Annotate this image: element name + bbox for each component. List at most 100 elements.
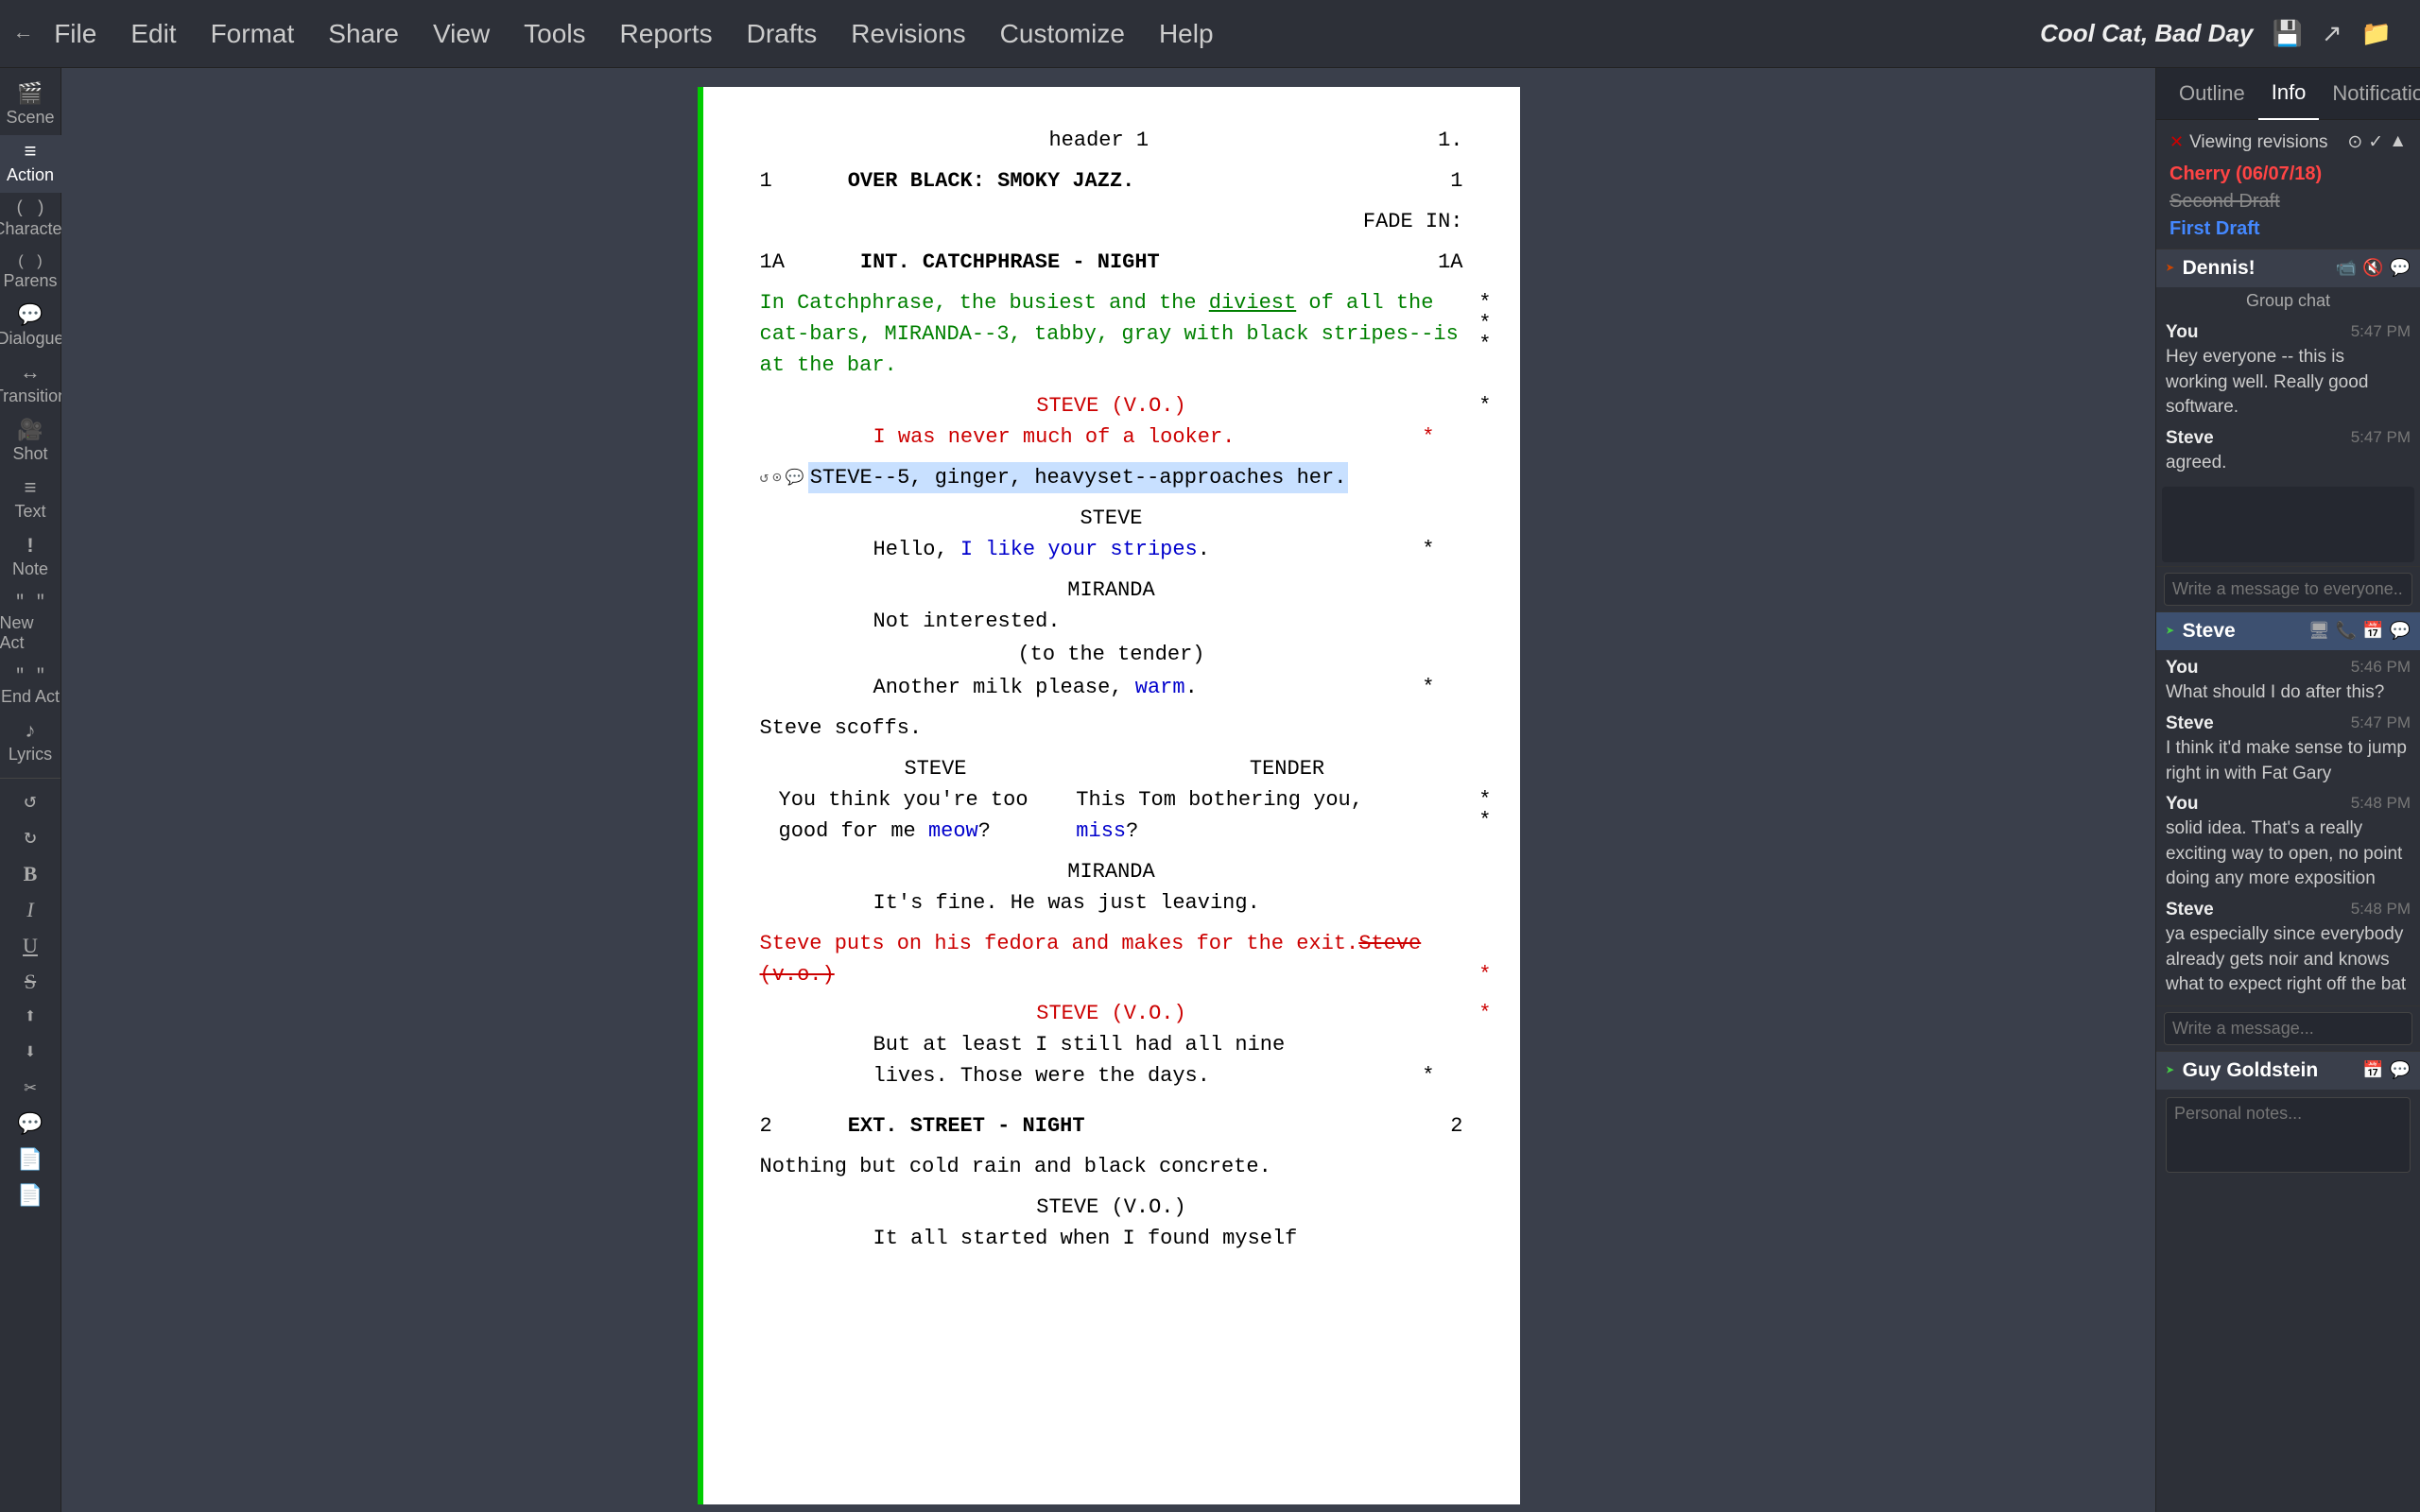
dennis-video-icon[interactable]: 📹 xyxy=(2336,258,2357,279)
sidebar-item-lyrics[interactable]: ♪ Lyrics xyxy=(0,714,61,772)
steve-phone-icon[interactable]: 📞 xyxy=(2336,621,2357,642)
sidebar-item-transition[interactable]: ↔ Transition xyxy=(0,356,61,414)
sidebar-item-underline[interactable]: U xyxy=(0,928,61,964)
sidebar-item-comment[interactable]: 💬 xyxy=(0,1108,61,1143)
folder-icon[interactable]: 📁 xyxy=(2361,19,2392,48)
msg-text-6: ya especially since everybody already ge… xyxy=(2166,922,2411,998)
sidebar-item-new-act[interactable]: " " New Act xyxy=(0,587,61,661)
msg-sender-you-2: You xyxy=(2166,658,2198,678)
menu-customize[interactable]: Customize xyxy=(983,0,1142,68)
menu-share[interactable]: Share xyxy=(311,0,416,68)
sidebar-item-parens[interactable]: ( ) Parens xyxy=(0,247,61,299)
steve-vo-char: STEVE (V.O.) * xyxy=(760,390,1463,421)
scene-1: 1 OVER BLACK: SMOKY JAZZ. 1 xyxy=(760,165,1463,197)
revision-second[interactable]: Second Draft xyxy=(2169,188,2407,215)
menu-help[interactable]: Help xyxy=(1142,0,1231,68)
scene-1a: 1A INT. CATCHPHRASE - NIGHT 1A In Catchp… xyxy=(760,247,1463,1091)
revision-first[interactable]: First Draft xyxy=(2169,215,2407,243)
dennis-message-input[interactable] xyxy=(2164,573,2412,606)
tab-info[interactable]: Info xyxy=(2258,68,2320,120)
sidebar-item-strikethrough[interactable]: S xyxy=(0,964,61,1000)
group-chat-link[interactable]: Group chat xyxy=(2156,287,2420,315)
tab-outline[interactable]: Outline xyxy=(2166,68,2258,120)
sidebar-item-end-act[interactable]: " " End Act xyxy=(0,661,61,714)
sidebar-item-text[interactable]: ≡ Text xyxy=(0,472,61,529)
nav-arrow[interactable]: ← xyxy=(9,14,37,53)
menu-view[interactable]: View xyxy=(416,0,507,68)
scene-1-heading: 1 OVER BLACK: SMOKY JAZZ. 1 xyxy=(760,165,1463,197)
sidebar-item-download[interactable]: ⬇ xyxy=(0,1036,61,1072)
revisions-up-icon[interactable]: ▲ xyxy=(2389,131,2407,153)
menu-edit[interactable]: Edit xyxy=(113,0,193,68)
dennis-mute-icon[interactable]: 🔇 xyxy=(2362,258,2383,279)
share-icon[interactable]: ↗ xyxy=(2322,19,2342,48)
menu-revisions[interactable]: Revisions xyxy=(834,0,982,68)
tab-notifications[interactable]: Notifications xyxy=(2319,68,2420,120)
sidebar-item-character[interactable]: ( ) Character xyxy=(0,193,61,247)
miranda-char-2: MIRANDA xyxy=(760,856,1463,887)
steve-screen-icon[interactable]: 🖥 xyxy=(2308,621,2330,642)
sidebar-item-upload[interactable]: ⬆ xyxy=(0,1000,61,1036)
sidebar-item-action[interactable]: ≡ Action xyxy=(0,135,61,193)
sidebar-item-bold[interactable]: B xyxy=(0,856,61,892)
menu-file[interactable]: File xyxy=(37,0,113,68)
steve-icons: 🖥 📞 📅 💬 xyxy=(2308,621,2411,642)
revisions-circle-icon[interactable]: ⊙ xyxy=(2347,131,2362,153)
cut-icon: ✂ xyxy=(24,1079,36,1100)
msg-sender-steve-3: Steve xyxy=(2166,900,2214,919)
action-scoffs: Steve scoffs. xyxy=(760,713,1463,744)
sidebar-item-italic[interactable]: I xyxy=(0,892,61,928)
msg-text-1: Hey everyone -- this is working well. Re… xyxy=(2166,345,2411,421)
menu-format[interactable]: Format xyxy=(194,0,312,68)
chat-area: ➤ Dennis! 📹 🔇 💬 Group chat You 5:47 PM H… xyxy=(2156,249,2420,1512)
sidebar-item-scene[interactable]: 🎬 Scene xyxy=(0,77,61,135)
revision-cherry[interactable]: Cherry (06/07/18) xyxy=(2169,161,2407,188)
steve-msg-1: You 5:46 PM What should I do after this? xyxy=(2166,658,2411,706)
steve-chat-header: ➤ Steve 🖥 📞 📅 💬 xyxy=(2156,612,2420,650)
tender-char: TENDER xyxy=(1112,753,1463,784)
sidebar-item-undo[interactable]: ↺ xyxy=(0,784,61,820)
revisions-checkmark-icon[interactable]: ✓ xyxy=(2368,131,2383,153)
sidebar-item-shot[interactable]: 🎥 Shot xyxy=(0,414,61,472)
steve-vo-dialogue-2: But at least I still had all ninelives. … xyxy=(873,1029,1350,1091)
script-area[interactable]: header 1 1. 1 OVER BLACK: SMOKY JAZZ. 1 … xyxy=(61,68,2155,1512)
sidebar-item-doc2[interactable]: 📄 xyxy=(0,1179,61,1215)
sidebar-end-act-label: End Act xyxy=(1,687,60,707)
steve-message-input[interactable] xyxy=(2164,1012,2412,1045)
sidebar-item-note[interactable]: ! Note xyxy=(0,529,61,587)
action-catchphrase: In Catchphrase, the busiest and the divi… xyxy=(760,287,1463,381)
steve-message-icon[interactable]: 💬 xyxy=(2390,621,2411,642)
sidebar-item-dialogue[interactable]: 💬 Dialogue xyxy=(0,299,61,356)
steve-calendar-icon[interactable]: 📅 xyxy=(2362,621,2383,642)
scene-2: 2 EXT. STREET - NIGHT 2 Nothing but cold… xyxy=(760,1110,1463,1254)
dual-char-row: STEVE TENDER xyxy=(760,753,1463,784)
msg-sender-steve-2: Steve xyxy=(2166,713,2214,733)
guy-message-icon[interactable]: 💬 xyxy=(2390,1060,2411,1081)
guy-icons: 📅 💬 xyxy=(2362,1060,2411,1081)
dennis-msg-2: Steve 5:47 PM agreed. xyxy=(2166,428,2411,476)
sidebar-shot-label: Shot xyxy=(12,444,47,464)
steve-messages: You 5:46 PM What should I do after this?… xyxy=(2156,650,2420,1005)
marker-inline-icon: ⊙ xyxy=(772,467,782,490)
revisions-x-icon[interactable]: ✕ xyxy=(2169,132,2184,152)
personal-notes-input[interactable] xyxy=(2166,1097,2411,1173)
dennis-msg-1: You 5:47 PM Hey everyone -- this is work… xyxy=(2166,322,2411,421)
sidebar-item-doc1[interactable]: 📄 xyxy=(0,1143,61,1179)
guy-calendar-icon[interactable]: 📅 xyxy=(2362,1060,2383,1081)
text-icon: ≡ xyxy=(24,479,36,500)
steve-dialogue-1-text: Hello, I like your stripes. xyxy=(873,538,1210,561)
guy-arrow-icon: ➤ xyxy=(2166,1061,2175,1080)
scene-1a-heading: 1A INT. CATCHPHRASE - NIGHT 1A xyxy=(760,247,1463,278)
menu-drafts[interactable]: Drafts xyxy=(730,0,835,68)
save-icon[interactable]: 💾 xyxy=(2272,19,2302,48)
asterisk-9: * xyxy=(1478,805,1491,836)
script-page[interactable]: header 1 1. 1 OVER BLACK: SMOKY JAZZ. 1 … xyxy=(698,87,1520,1504)
steve-selected-text[interactable]: STEVE--5, ginger, heavyset--approaches h… xyxy=(808,462,1349,493)
dennis-message-icon[interactable]: 💬 xyxy=(2390,258,2411,279)
menu-reports[interactable]: Reports xyxy=(603,0,730,68)
sidebar-item-cut[interactable]: ✂ xyxy=(0,1072,61,1108)
scene-1a-text: INT. CATCHPHRASE - NIGHT xyxy=(860,250,1160,274)
menu-tools[interactable]: Tools xyxy=(507,0,602,68)
sidebar-item-redo[interactable]: ↻ xyxy=(0,820,61,856)
comment-inline-icon: 💬 xyxy=(786,467,804,490)
